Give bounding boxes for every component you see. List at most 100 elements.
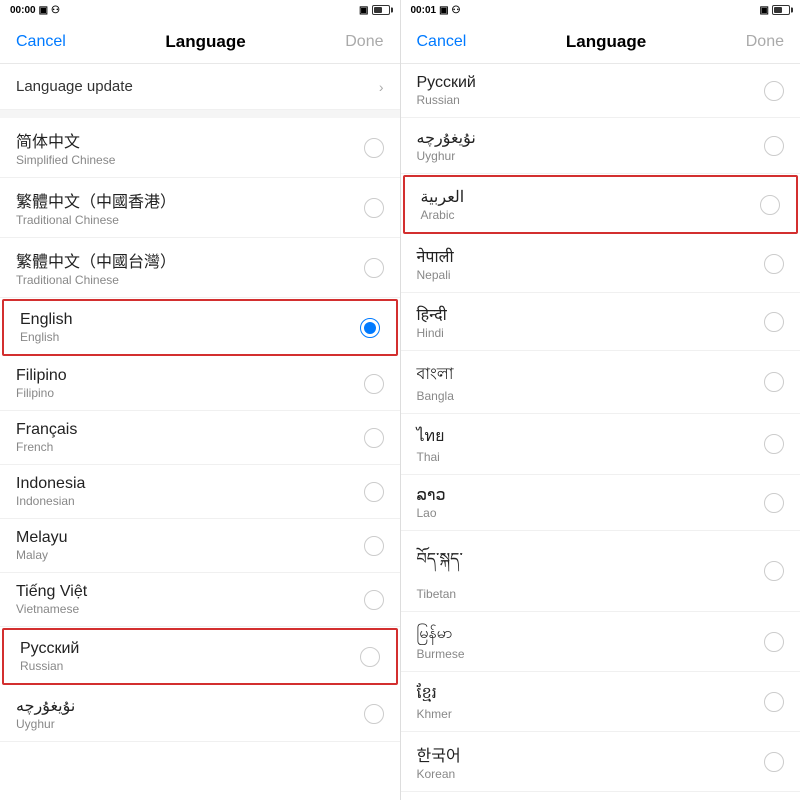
lang-native-name: Indonesia [16, 475, 85, 493]
sim-icon-right: ▣ [760, 5, 769, 16]
language-update-row[interactable]: Language update › [0, 64, 400, 110]
cancel-button-right[interactable]: Cancel [417, 33, 467, 51]
lang-info: 한국어Korean [417, 742, 461, 781]
list-item[interactable]: ไทยThai [401, 414, 800, 475]
list-item[interactable]: MelayuMalay [0, 519, 400, 573]
lang-english-name: Tibetan [417, 587, 463, 601]
done-button-right[interactable]: Done [746, 33, 784, 51]
list-item[interactable]: 繁體中文（中國香港）Traditional Chinese [0, 178, 400, 238]
lang-english-name: Vietnamese [16, 602, 87, 616]
radio-button[interactable] [364, 704, 384, 724]
lang-native-name: 繁體中文（中國台灣） [16, 248, 176, 272]
lang-info: ខ្មែរKhmer [417, 682, 452, 721]
panel-right: Cancel Language Done РусскийRussian نۇيغۇ… [401, 20, 800, 800]
lang-info: 繁體中文（中國台灣）Traditional Chinese [16, 248, 176, 287]
lang-english-name: Lao [417, 506, 446, 520]
radio-button[interactable] [364, 590, 384, 610]
status-bars: 00:00 ▣ ⚇ ▣ 00:01 ▣ ⚇ ▣ [0, 0, 800, 20]
time-right: 00:01 [411, 5, 437, 16]
lang-english-name: Thai [417, 450, 445, 464]
list-item[interactable]: ລາວLao [401, 475, 800, 531]
list-item[interactable]: РусскийRussian [2, 628, 398, 685]
radio-button[interactable] [364, 536, 384, 556]
language-update-label: Language update [16, 78, 133, 95]
list-item[interactable]: 繁體中文（中國台灣）Traditional Chinese [0, 238, 400, 298]
radio-button[interactable] [764, 312, 784, 332]
lang-info: ລາວLao [417, 485, 446, 520]
radio-button[interactable] [764, 434, 784, 454]
list-item[interactable]: বাংলাBangla [401, 351, 800, 414]
radio-button[interactable] [364, 138, 384, 158]
radio-button[interactable] [764, 81, 784, 101]
wifi-icon-right: ⚇ [452, 5, 461, 16]
lang-english-name: Burmese [417, 647, 465, 661]
list-item[interactable]: 简体中文Simplified Chinese [0, 118, 400, 178]
lang-native-name: العربية [421, 187, 465, 207]
radio-button[interactable] [364, 482, 384, 502]
lang-native-name: 繁體中文（中國香港） [16, 188, 176, 212]
radio-button[interactable] [764, 752, 784, 772]
lang-info: বাংলাBangla [417, 361, 454, 403]
radio-button[interactable] [364, 374, 384, 394]
radio-button[interactable] [764, 632, 784, 652]
list-item[interactable]: ខ្មែរKhmer [401, 672, 800, 732]
list-item[interactable]: FilipinoFilipino [0, 357, 400, 411]
radio-button[interactable] [360, 318, 380, 338]
list-item[interactable]: EnglishEnglish [2, 299, 398, 356]
done-button-left[interactable]: Done [345, 33, 383, 51]
panel-left: Cancel Language Done Language update › 简… [0, 20, 401, 800]
list-item[interactable]: 日本語Japanese [401, 792, 800, 800]
panel-left-header: Cancel Language Done [0, 20, 400, 64]
list-item[interactable]: نۇيغۇرچەUyghur [401, 118, 800, 174]
lang-english-name: Korean [417, 767, 461, 781]
radio-button[interactable] [364, 198, 384, 218]
radio-button[interactable] [360, 647, 380, 667]
list-item[interactable]: العربيةArabic [403, 175, 799, 234]
list-item[interactable]: မြန်မာBurmese [401, 612, 800, 672]
list-item[interactable]: Tiếng ViệtVietnamese [0, 573, 400, 627]
list-item[interactable]: IndonesiaIndonesian [0, 465, 400, 519]
list-item[interactable]: نۇيغۇرچەUyghur [0, 686, 400, 742]
lang-native-name: Русский [417, 74, 476, 92]
lang-native-name: Русский [20, 640, 79, 658]
sim-icon-left: ▣ [359, 5, 368, 16]
lang-info: العربيةArabic [421, 187, 465, 222]
signal-icon-right: ▣ [439, 5, 448, 16]
lang-english-name: Simplified Chinese [16, 153, 115, 167]
lang-native-name: བོད་སྐད་ [417, 541, 463, 586]
lang-info: IndonesiaIndonesian [16, 475, 85, 508]
lang-english-name: Bangla [417, 389, 454, 403]
radio-button[interactable] [364, 428, 384, 448]
lang-info: РусскийRussian [417, 74, 476, 107]
lang-native-name: မြန်မာ [417, 622, 465, 646]
wifi-icon-left: ⚇ [51, 5, 60, 16]
lang-info: MelayuMalay [16, 529, 68, 562]
lang-english-name: Traditional Chinese [16, 213, 176, 227]
list-item[interactable]: हिन्दीHindi [401, 293, 800, 351]
radio-button[interactable] [364, 258, 384, 278]
list-item[interactable]: བོད་སྐད་Tibetan [401, 531, 800, 612]
lang-native-name: English [20, 311, 72, 329]
radio-button[interactable] [764, 136, 784, 156]
battery-icon-left [372, 5, 390, 15]
signal-icon-left: ▣ [39, 5, 48, 16]
lang-info: हिन्दीHindi [417, 303, 447, 340]
lang-info: 简体中文Simplified Chinese [16, 128, 115, 167]
list-item[interactable]: नेपालीNepali [401, 235, 800, 293]
page-title-right: Language [566, 32, 646, 52]
list-item[interactable]: РусскийRussian [401, 64, 800, 118]
list-item[interactable]: FrançaisFrench [0, 411, 400, 465]
lang-english-name: Khmer [417, 707, 452, 721]
radio-button[interactable] [764, 561, 784, 581]
radio-button[interactable] [764, 692, 784, 712]
language-items-left: 简体中文Simplified Chinese 繁體中文（中國香港）Traditio… [0, 118, 400, 742]
radio-button[interactable] [764, 372, 784, 392]
lang-native-name: Tiếng Việt [16, 583, 87, 601]
list-item[interactable]: 한국어Korean [401, 732, 800, 792]
lang-native-name: বাংলা [417, 361, 454, 388]
radio-button[interactable] [764, 493, 784, 513]
radio-button[interactable] [760, 195, 780, 215]
lang-native-name: हिन्दी [417, 303, 447, 325]
cancel-button-left[interactable]: Cancel [16, 33, 66, 51]
radio-button[interactable] [764, 254, 784, 274]
